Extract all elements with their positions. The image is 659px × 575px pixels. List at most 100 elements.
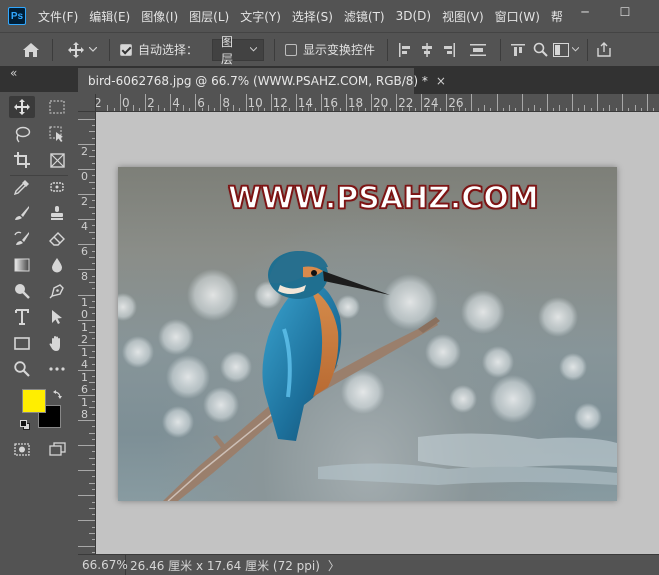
document-tab[interactable]: bird-6062768.jpg @ 66.7% (WWW.PSAHZ.COM,…: [78, 68, 446, 94]
eyedropper-tool[interactable]: [9, 176, 35, 198]
dodge-tool[interactable]: [9, 280, 35, 302]
quick-mask-button[interactable]: [9, 438, 35, 460]
move-tool[interactable]: [9, 96, 35, 118]
frame-tool[interactable]: [44, 149, 70, 171]
default-colors-button[interactable]: [20, 419, 30, 433]
ruler-tick: [377, 108, 379, 111]
vertical-ruler[interactable]: 2 0 2 4 6 8 1 01 21 41 61 8: [78, 112, 96, 554]
blur-tool[interactable]: [44, 254, 70, 276]
auto-select-checkbox[interactable]: [120, 43, 132, 56]
zoom-level-field[interactable]: 66.67%: [78, 555, 128, 575]
pen-tool[interactable]: [44, 280, 70, 302]
ruler-tick: [89, 307, 95, 309]
ruler-tick: [78, 394, 95, 396]
canvas-area[interactable]: WWW.PSAHZ.COM: [96, 112, 659, 554]
align-right-button[interactable]: [438, 42, 460, 57]
ruler-tick: [383, 105, 385, 111]
ruler-tick: [201, 108, 203, 111]
edit-toolbar-button[interactable]: [44, 358, 70, 380]
menu-select[interactable]: 选择(S): [292, 8, 333, 25]
ruler-tick: [596, 94, 598, 111]
rectangle-icon: [14, 336, 30, 350]
chevron-down-icon: [89, 47, 97, 52]
align-top-button[interactable]: [507, 43, 529, 57]
crop-tool[interactable]: [9, 149, 35, 171]
menu-3d[interactable]: 3D(D): [396, 9, 431, 23]
ruler-tick: [92, 125, 95, 127]
type-tool[interactable]: [9, 306, 35, 328]
divider: [274, 38, 276, 61]
quick-mask-icon: [14, 442, 30, 456]
ruler-tick: [163, 108, 165, 111]
menu-view[interactable]: 视图(V): [442, 8, 484, 25]
menu-edit[interactable]: 编辑(E): [89, 8, 130, 25]
object-selection-tool[interactable]: [44, 123, 70, 145]
minimize-button[interactable]: ─: [570, 0, 600, 24]
eraser-tool[interactable]: [44, 228, 70, 250]
menu-type[interactable]: 文字(Y): [240, 8, 281, 25]
document-image[interactable]: WWW.PSAHZ.COM: [118, 167, 617, 501]
ruler-tick: [92, 463, 95, 465]
marquee-tool[interactable]: [44, 96, 70, 118]
screen-mode-button[interactable]: [44, 438, 70, 460]
eyedropper-icon: [14, 180, 29, 195]
preset-dropdown[interactable]: [87, 47, 99, 52]
ruler-tick: [189, 108, 191, 111]
hand-tool[interactable]: [44, 332, 70, 354]
ruler-tick: [92, 539, 95, 541]
home-button[interactable]: [16, 42, 46, 58]
move-tool-preset[interactable]: [65, 41, 87, 58]
bokeh-lights: [118, 269, 602, 438]
foreground-color-swatch[interactable]: [22, 389, 46, 413]
brush-tool[interactable]: [9, 202, 35, 224]
layer-select[interactable]: 图层: [212, 35, 265, 66]
ruler-origin[interactable]: [78, 94, 96, 112]
close-tab-button[interactable]: ×: [436, 74, 446, 88]
ruler-tick: [452, 108, 454, 111]
show-transform-checkbox[interactable]: [285, 43, 298, 56]
align-left-button[interactable]: [394, 42, 416, 57]
ruler-tick: [78, 219, 95, 221]
ruler-tick: [207, 105, 209, 111]
maximize-button[interactable]: ☐: [610, 0, 640, 24]
collapse-panel-button[interactable]: «: [10, 66, 17, 80]
share-icon: [597, 42, 611, 57]
menu-window[interactable]: 窗口(W): [495, 8, 540, 25]
align-horizontal-center-icon: [422, 42, 433, 57]
align-hcenter-button[interactable]: [416, 42, 438, 57]
path-selection-tool[interactable]: [44, 306, 70, 328]
menu-file[interactable]: 文件(F): [38, 8, 78, 25]
swap-arrows-icon: [53, 390, 62, 399]
rectangle-tool[interactable]: [9, 332, 35, 354]
ruler-tick: [458, 105, 460, 111]
ruler-tick: [509, 105, 511, 111]
lasso-tool[interactable]: [9, 123, 35, 145]
share-button[interactable]: [594, 42, 614, 57]
menu-image[interactable]: 图像(I): [141, 8, 178, 25]
menu-layer[interactable]: 图层(L): [189, 8, 229, 25]
zoom-tool[interactable]: [9, 358, 35, 380]
ruler-tick: [339, 108, 341, 111]
ruler-tick: [92, 187, 95, 189]
gradient-tool[interactable]: [9, 254, 35, 276]
ruler-tick: [92, 162, 95, 164]
clone-stamp-tool[interactable]: [44, 202, 70, 224]
horizontal-ruler[interactable]: 202468101214161820222426: [96, 94, 659, 112]
distribute-button[interactable]: [464, 43, 492, 57]
menu-filter[interactable]: 滤镜(T): [344, 8, 385, 25]
spot-healing-tool[interactable]: [44, 176, 70, 198]
menu-help[interactable]: 帮: [551, 8, 563, 25]
ruler-tick: [295, 94, 297, 111]
layer-select-value: 图层: [221, 34, 234, 66]
ruler-tick: [176, 108, 178, 111]
workspace-button[interactable]: [551, 42, 581, 57]
status-menu-button[interactable]: 〉: [328, 557, 340, 574]
ruler-tick: [89, 281, 95, 283]
swap-colors-button[interactable]: [53, 388, 63, 402]
search-button[interactable]: [529, 42, 551, 57]
pen-icon: [49, 284, 64, 299]
history-brush-tool[interactable]: [9, 228, 35, 250]
zoom-icon: [14, 361, 30, 377]
align-top-icon: [511, 43, 526, 56]
ruler-tick: [92, 275, 95, 277]
